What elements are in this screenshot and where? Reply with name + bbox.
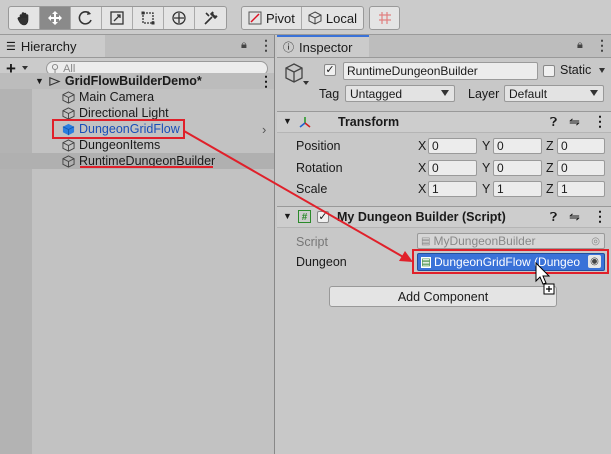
drag-arrow-line xyxy=(183,130,406,259)
drag-cursor-icon xyxy=(535,262,555,295)
drag-arrow xyxy=(183,130,413,262)
